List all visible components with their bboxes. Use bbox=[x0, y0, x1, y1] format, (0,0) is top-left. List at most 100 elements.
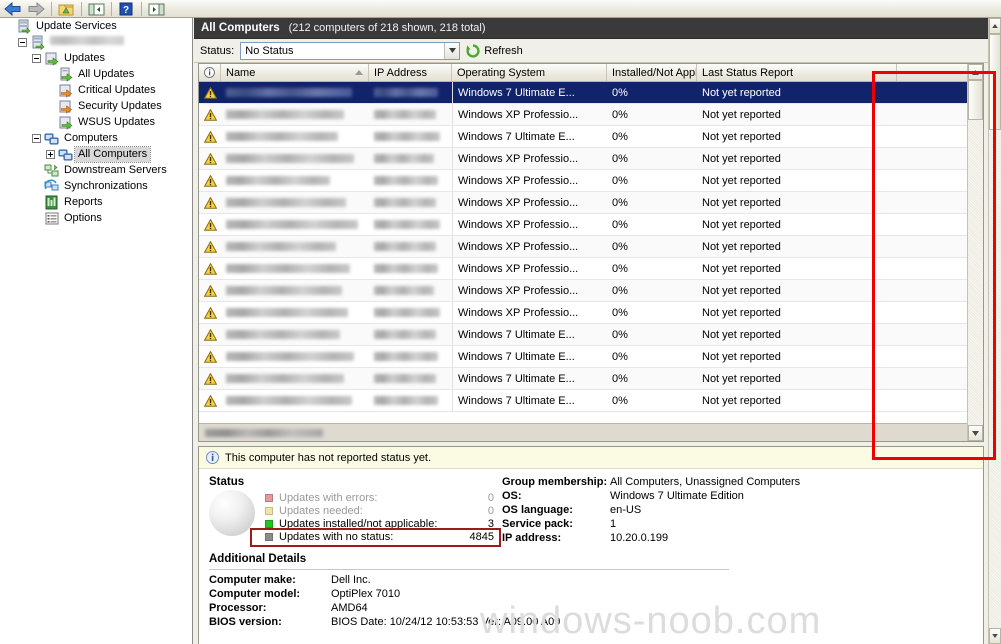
table-row[interactable]: Windows XP Professio... 0% Not yet reporte… bbox=[199, 170, 983, 192]
cell-os: Windows XP Professio... bbox=[452, 280, 607, 301]
table-row[interactable]: Windows 7 Ultimate E... 0% Not yet reporte… bbox=[199, 346, 983, 368]
table-row[interactable]: Windows XP Professio... 0% Not yet reporte… bbox=[199, 280, 983, 302]
status-item-value: 0 bbox=[487, 504, 494, 517]
cell-name bbox=[221, 236, 369, 257]
updates-green-arrow-icon bbox=[45, 52, 59, 66]
sidebar-item-server[interactable] bbox=[0, 34, 192, 50]
table-row[interactable]: Windows XP Professio... 0% Not yet reporte… bbox=[199, 148, 983, 170]
forward-button[interactable] bbox=[25, 1, 47, 17]
sidebar-item-security-updates[interactable]: Security Updates bbox=[0, 98, 192, 114]
additional-detail-key: Computer model: bbox=[209, 588, 301, 600]
cell-last: Not yet reported bbox=[702, 152, 781, 165]
warning-icon bbox=[203, 130, 217, 143]
column-header-last[interactable]: Last Status Report bbox=[697, 64, 897, 81]
status-item-label: Updates installed/not applicable: bbox=[279, 517, 438, 530]
scroll-thumb[interactable] bbox=[968, 80, 983, 120]
refresh-label: Refresh bbox=[484, 44, 523, 57]
status-item: Updates with errors: 0 bbox=[265, 491, 494, 504]
cell-name bbox=[221, 302, 369, 323]
scroll-up-button[interactable] bbox=[968, 64, 983, 80]
sidebar-item-critical-updates[interactable]: Critical Updates bbox=[0, 82, 192, 98]
table-row[interactable]: Windows XP Professio... 0% Not yet reporte… bbox=[199, 302, 983, 324]
column-header-pct[interactable]: Installed/Not Appli... bbox=[607, 64, 697, 81]
collapse-twisty-icon[interactable] bbox=[30, 50, 43, 66]
show-tree-button[interactable] bbox=[85, 1, 107, 17]
window-scroll-track[interactable] bbox=[989, 34, 1001, 628]
list-column-headers[interactable]: Name IP Address Operating System Installed/… bbox=[199, 64, 983, 82]
downstream-servers-icon bbox=[44, 164, 59, 176]
computers-list[interactable]: Name IP Address Operating System Installed/… bbox=[198, 63, 984, 442]
chevron-down-icon[interactable] bbox=[444, 42, 460, 59]
sidebar-item-update-services[interactable]: Update Services bbox=[0, 18, 192, 34]
list-rows-container[interactable]: Windows 7 Ultimate E... 0% Not yet reporte… bbox=[199, 82, 983, 423]
redacted-status-text bbox=[205, 428, 323, 437]
sidebar-item-all-updates[interactable]: All Updates bbox=[0, 66, 192, 82]
column-header-icon[interactable] bbox=[199, 64, 221, 81]
window-scroll-down-button[interactable] bbox=[989, 628, 1001, 644]
window-scroll-up-button[interactable] bbox=[989, 18, 1001, 34]
warning-icon bbox=[203, 108, 217, 121]
wsus-console-window: ? Update Services Updates All Updates Criti… bbox=[0, 0, 1001, 644]
cell-name bbox=[221, 280, 369, 301]
sidebar-item-reports[interactable]: Reports bbox=[0, 194, 192, 210]
table-row[interactable]: Windows XP Professio... 0% Not yet reporte… bbox=[199, 192, 983, 214]
table-row[interactable]: Windows 7 Ultimate E... 0% Not yet reporte… bbox=[199, 126, 983, 148]
table-row[interactable]: Windows 7 Ultimate E... 0% Not yet reporte… bbox=[199, 324, 983, 346]
window-vertical-scrollbar[interactable] bbox=[988, 18, 1001, 644]
console-tree[interactable]: Update Services Updates All Updates Critica… bbox=[0, 18, 193, 644]
collapse-twisty-icon[interactable] bbox=[30, 130, 43, 146]
table-row[interactable]: Windows XP Professio... 0% Not yet reporte… bbox=[199, 236, 983, 258]
sidebar-item-synchronizations[interactable]: Synchronizations bbox=[0, 178, 192, 194]
window-scroll-thumb[interactable] bbox=[989, 34, 1001, 130]
status-item-label: Updates needed: bbox=[279, 504, 363, 517]
refresh-button[interactable]: Refresh bbox=[466, 43, 523, 58]
cell-os: Windows 7 Ultimate E... bbox=[452, 82, 607, 103]
sidebar-item-wsus-updates[interactable]: WSUS Updates bbox=[0, 114, 192, 130]
cell-ip bbox=[369, 346, 452, 367]
cell-ip bbox=[369, 214, 452, 235]
reports-icon bbox=[43, 194, 61, 210]
back-button[interactable] bbox=[2, 1, 24, 17]
sidebar-item-all-computers[interactable]: All Computers bbox=[0, 145, 192, 163]
show-actions-button[interactable] bbox=[145, 1, 167, 17]
status-filter-select[interactable]: No Status bbox=[240, 41, 461, 60]
column-header-label: Installed/Not Appli... bbox=[612, 66, 697, 79]
cell-ip bbox=[369, 170, 452, 191]
column-header-label: Name bbox=[226, 66, 256, 79]
scroll-down-button[interactable] bbox=[968, 425, 983, 441]
view-header: All Computers (212 computers of 218 show… bbox=[194, 18, 988, 39]
additional-detail-key: Processor: bbox=[209, 602, 267, 614]
table-row[interactable]: Windows 7 Ultimate E... 0% Not yet reporte… bbox=[199, 390, 983, 412]
status-section-title: Status bbox=[209, 476, 245, 488]
table-row[interactable]: Windows 7 Ultimate E... 0% Not yet reporte… bbox=[199, 368, 983, 390]
property-value: Windows 7 Ultimate Edition bbox=[610, 490, 744, 502]
collapse-twisty-icon[interactable] bbox=[16, 34, 29, 50]
table-row[interactable]: Windows 7 Ultimate E... 0% Not yet reporte… bbox=[199, 82, 983, 104]
sidebar-item-options[interactable]: Options bbox=[0, 210, 192, 226]
help-button[interactable]: ? bbox=[115, 1, 137, 17]
scroll-track[interactable] bbox=[968, 80, 983, 425]
additional-detail-value: Dell Inc. bbox=[331, 574, 371, 586]
list-vertical-scrollbar[interactable] bbox=[967, 64, 983, 441]
up-folder-button[interactable] bbox=[55, 1, 77, 17]
cell-name bbox=[221, 368, 369, 389]
sidebar-item-computers[interactable]: Computers bbox=[0, 130, 192, 146]
table-row[interactable]: Windows XP Professio... 0% Not yet reporte… bbox=[199, 214, 983, 236]
cell-os: Windows XP Professio... bbox=[452, 170, 607, 191]
column-header-os[interactable]: Operating System bbox=[452, 64, 607, 81]
cell-ip bbox=[369, 258, 452, 279]
expand-twisty-icon[interactable] bbox=[44, 146, 57, 162]
site-watermark: windows-noob.com bbox=[480, 600, 822, 642]
table-row[interactable]: Windows XP Professio... 0% Not yet reporte… bbox=[199, 104, 983, 126]
column-header-name[interactable]: Name bbox=[221, 64, 369, 81]
all-computers-icon bbox=[58, 149, 73, 160]
column-header-ip[interactable]: IP Address bbox=[369, 64, 452, 81]
sidebar-item-downstream-servers[interactable]: Downstream Servers bbox=[0, 162, 192, 178]
cell-ip bbox=[369, 236, 452, 257]
cell-status-icon bbox=[199, 82, 221, 103]
table-row[interactable]: Windows XP Professio... 0% Not yet reporte… bbox=[199, 258, 983, 280]
sidebar-item-updates[interactable]: Updates bbox=[0, 50, 192, 66]
cell-last: Not yet reported bbox=[702, 262, 781, 275]
